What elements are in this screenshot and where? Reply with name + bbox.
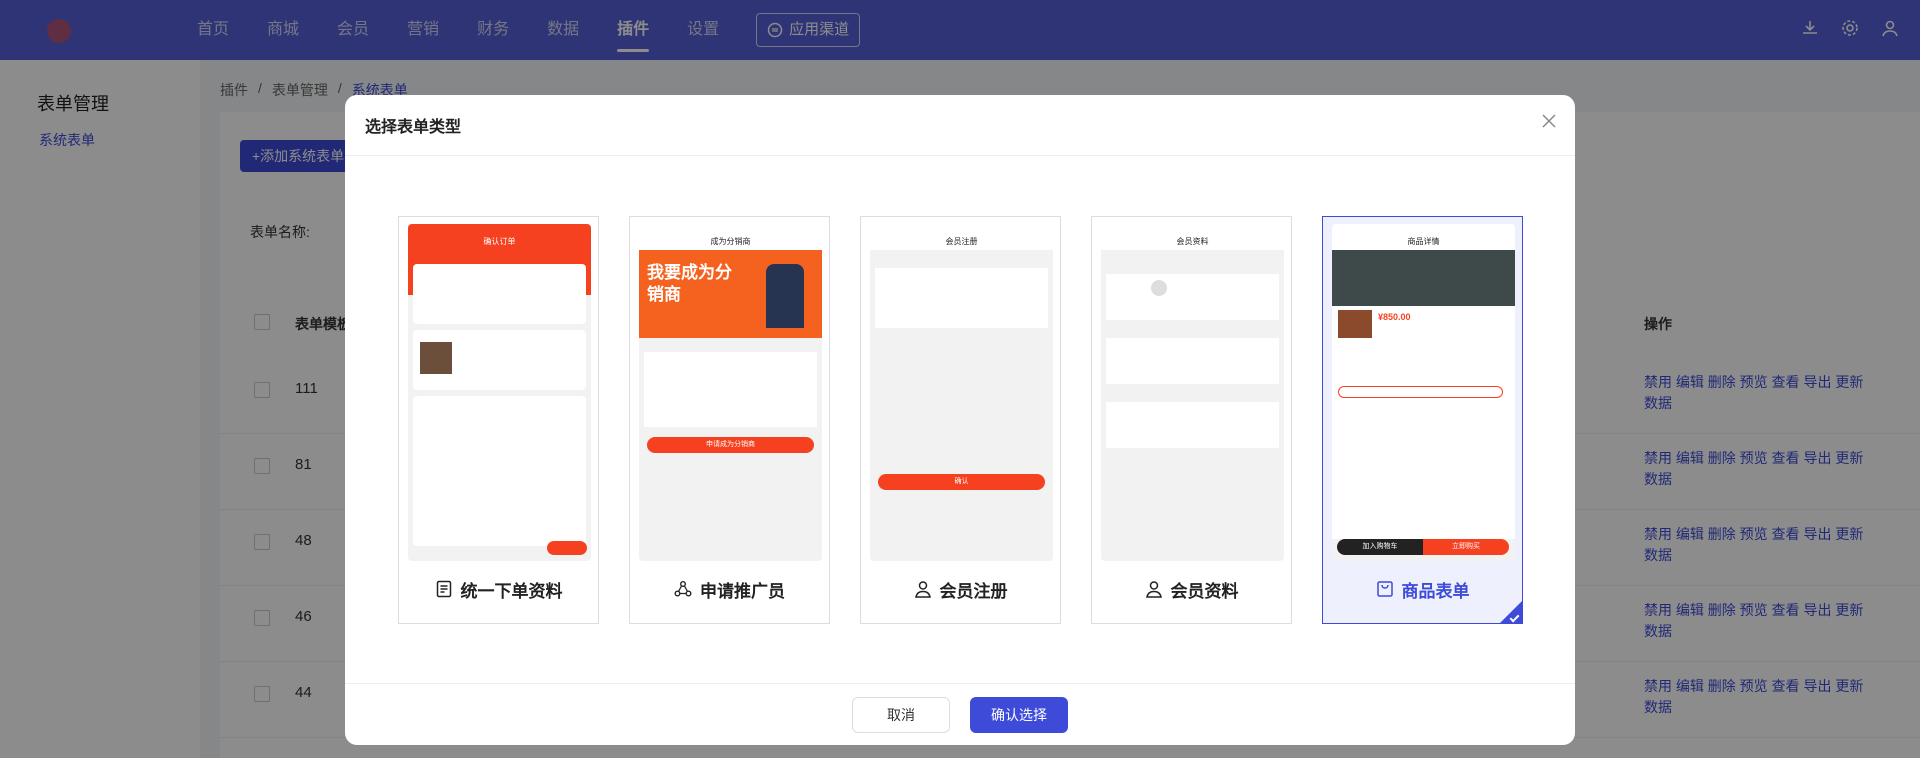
preview-order-screenshot: 确认订单 (408, 224, 591, 561)
card-member-register[interactable]: 会员注册 确认 会员注册 (860, 216, 1061, 624)
preview-cart-button: 加入购物车 (1337, 539, 1423, 555)
card-label: 统一下单资料 (399, 574, 598, 604)
card-product-form[interactable]: 商品详情 ¥850.00 加入购物车 立即购买 商品表单 (1322, 216, 1523, 624)
user-icon (1145, 581, 1162, 598)
promoter-banner: 我要成为分销商 (647, 263, 732, 304)
preview-product-screenshot: 商品详情 ¥850.00 加入购物车 立即购买 (1332, 224, 1515, 561)
card-member-profile[interactable]: 会员资料 会员资料 (1091, 216, 1292, 624)
card-label: 会员资料 (1092, 574, 1291, 604)
preview-button: 确认 (878, 474, 1045, 490)
preview-title: 会员注册 (870, 234, 1053, 250)
card-apply-promoter[interactable]: 成为分销商 我要成为分销商 申请成为分销商 申请推广员 (629, 216, 830, 624)
preview-register-screenshot: 会员注册 确认 (870, 224, 1053, 561)
card-unified-order[interactable]: 确认订单 统一下单资料 (398, 216, 599, 624)
card-label: 申请推广员 (630, 574, 829, 604)
card-label: 商品表单 (1323, 574, 1522, 604)
modal-title: 选择表单类型 (365, 119, 462, 136)
preview-button: 申请成为分销商 (647, 437, 814, 453)
modal-divider (345, 155, 1575, 156)
select-form-type-modal: 选择表单类型 确认订单 统一下单资料 成为分销商 我要成为分销商 申请成为分销商… (345, 95, 1575, 745)
form-type-cards: 确认订单 统一下单资料 成为分销商 我要成为分销商 申请成为分销商 申请推广员 … (398, 216, 1523, 624)
modal-footer-divider (345, 683, 1575, 684)
bag-icon (1376, 581, 1393, 597)
preview-buy-button: 立即购买 (1423, 539, 1509, 555)
confirm-select-button[interactable]: 确认选择 (970, 697, 1068, 733)
close-icon[interactable] (1541, 113, 1557, 129)
preview-title: 会员资料 (1101, 234, 1284, 250)
preview-title: 成为分销商 (639, 234, 822, 250)
preview-title: 商品详情 (1332, 234, 1515, 250)
document-icon (436, 580, 451, 598)
preview-promoter-screenshot: 成为分销商 我要成为分销商 申请成为分销商 (639, 224, 822, 561)
preview-profile-screenshot: 会员资料 (1101, 224, 1284, 561)
modal-footer: 取消 确认选择 (345, 697, 1575, 733)
card-label: 会员注册 (861, 574, 1060, 604)
user-icon (914, 581, 931, 598)
preview-price: ¥850.00 (1378, 312, 1411, 322)
share-icon (674, 581, 692, 597)
preview-title: 确认订单 (408, 234, 591, 250)
cancel-button[interactable]: 取消 (852, 697, 950, 733)
